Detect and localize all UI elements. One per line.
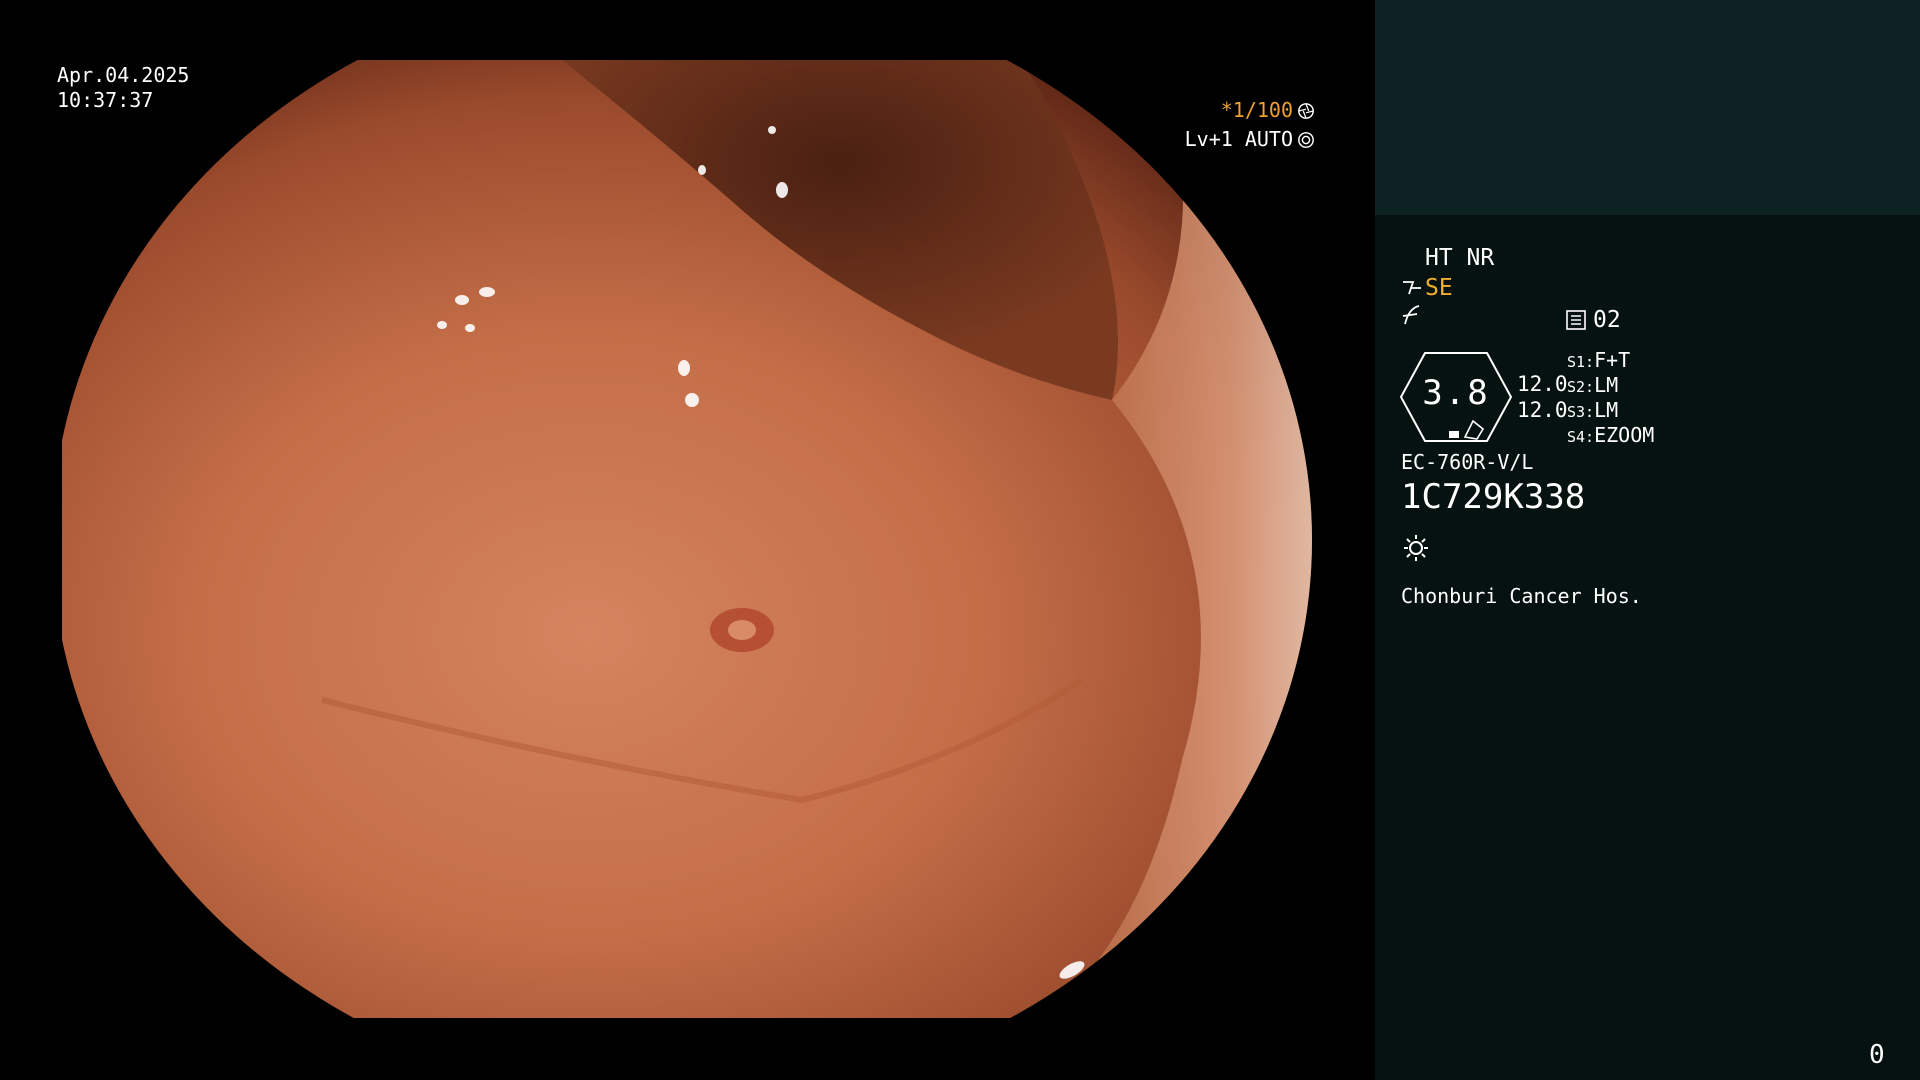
switch-s2: S2:LM [1567,373,1618,400]
info-panel: HT NR SE 02 3.8 12.0 12.0 S1:F+T S2:LM S… [1375,0,1920,1080]
thumbnail-area [1375,0,1920,215]
switch-value: F+T [1594,348,1631,372]
filter-indicator [1401,304,1423,333]
shutter-speed: *1/100 [1221,98,1315,123]
switch-key: S4: [1567,428,1595,446]
endoscopic-image [62,60,1312,1018]
switch-s3: S3:LM [1567,398,1618,425]
switch-key: S2: [1567,378,1595,396]
switch-value: EZOOM [1594,423,1655,447]
scope-model: EC-760R-V/L [1401,450,1534,474]
exam-time: 10:37:37 [57,88,154,112]
hospital-name: Chonburi Cancer Hos. [1401,584,1642,608]
switch-key: S3: [1567,403,1595,421]
memory-indicator: 02 [1565,306,1621,334]
aperture-icon [1298,102,1314,119]
zoom-gauge: 3.8 [1399,351,1513,443]
gauge-reading-b: 12.0 [1517,398,1568,422]
scope-tip-icon [1403,281,1421,295]
memory-card-icon [1566,310,1586,330]
switch-value: LM [1594,373,1619,397]
ht-nr-indicator: HT NR [1425,245,1495,271]
zoom-value: 3.8 [1422,373,1490,413]
scope-serial: 1C729K338 [1401,477,1586,517]
brightness-level-value: Lv+1 AUTO [1184,127,1293,151]
memory-value: 02 [1593,307,1621,333]
iris-icon [1298,131,1314,148]
se-label: SE [1425,275,1453,301]
switch-value: LM [1594,398,1619,422]
gauge-reading-a: 12.0 [1517,372,1568,396]
structure-enhancement: SE [1401,274,1453,302]
switch-s4: S4:EZOOM [1567,423,1654,450]
shutter-speed-value: *1/100 [1220,98,1293,122]
brightness-level: Lv+1 AUTO [1185,127,1315,152]
image-counter: 0 [1869,1040,1885,1070]
filter-icon [1402,305,1420,325]
exam-date: Apr.04.2025 [57,63,190,87]
switch-key: S1: [1567,353,1595,371]
switch-s1: S1:F+T [1567,348,1630,375]
light-source-icon [1404,535,1428,561]
endoscope-video-pane: Apr.04.2025 10:37:37 *1/100 Lv+1 AUTO [0,0,1375,1080]
